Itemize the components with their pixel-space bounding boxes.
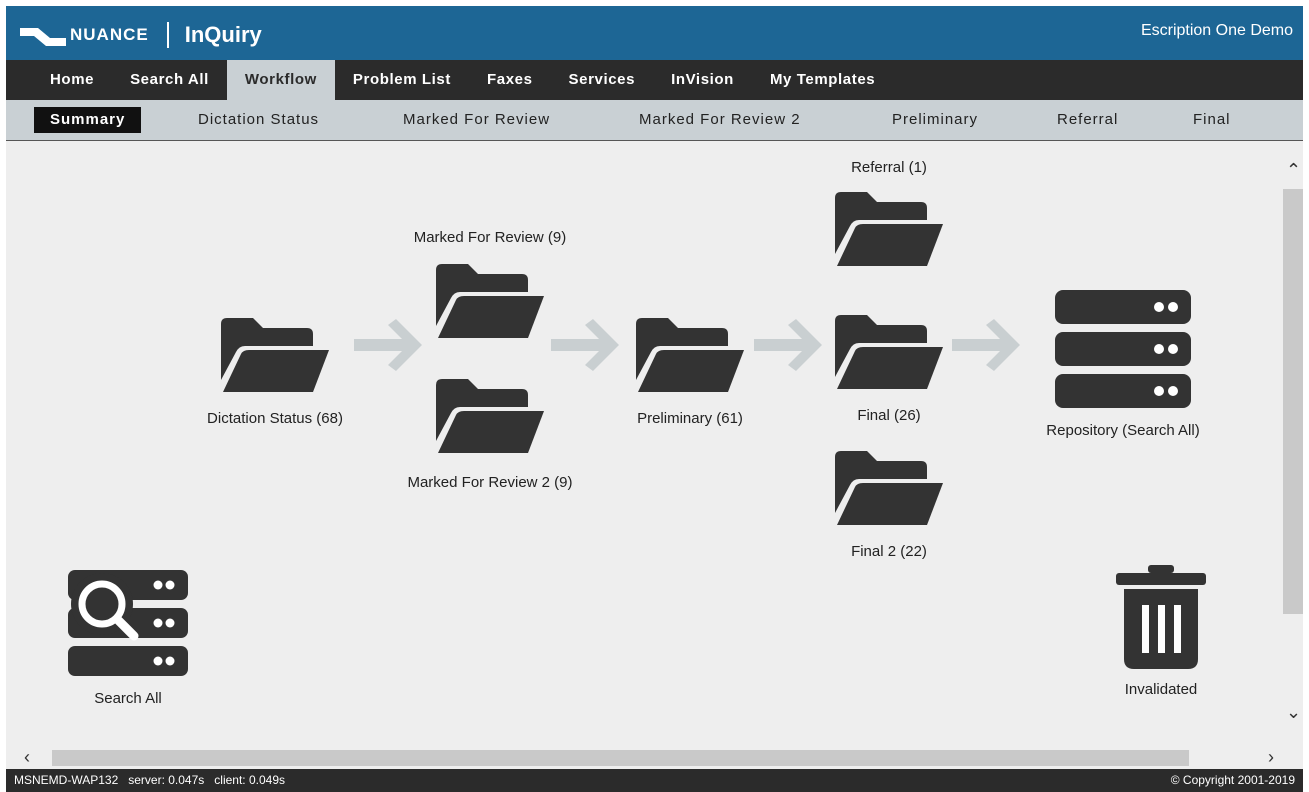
app-title: InQuiry — [184, 22, 262, 47]
nav-services[interactable]: Services — [551, 60, 654, 100]
node-referral[interactable]: Referral (1) — [809, 159, 969, 270]
node-repository[interactable]: Repository (Search All) — [1028, 288, 1218, 439]
brand-name: NUANCE — [70, 25, 149, 44]
tab-final[interactable]: Final — [1193, 107, 1231, 133]
node-preliminary[interactable]: Preliminary (61) — [610, 316, 770, 427]
workflow-canvas: Dictation Status (68) Marked For Review … — [6, 141, 1283, 747]
nav-faxes[interactable]: Faxes — [469, 60, 551, 100]
status-bar: MSNEMD-WAP132 server: 0.047s client: 0.0… — [6, 769, 1303, 792]
node-label: Marked For Review 2 (9) — [407, 474, 573, 491]
nav-problem-list[interactable]: Problem List — [335, 60, 469, 100]
nuance-logo-icon — [20, 28, 66, 46]
tab-preliminary[interactable]: Preliminary — [892, 107, 978, 133]
node-marked-for-review[interactable]: Marked For Review (9) — [395, 229, 585, 342]
scroll-down-icon[interactable]: ⌄ — [1286, 703, 1301, 721]
node-label: Dictation Status (68) — [207, 410, 343, 427]
folder-open-icon — [835, 315, 943, 389]
node-label: Referral (1) — [851, 159, 927, 176]
node-dictation-status[interactable]: Dictation Status (68) — [190, 316, 360, 427]
nav-home[interactable]: Home — [6, 60, 112, 100]
vertical-scrollbar[interactable]: ⌃ ⌄ — [1283, 141, 1303, 747]
app-frame: NUANCE InQuiry Escription One Demo Home … — [6, 6, 1303, 792]
nav-invision[interactable]: InVision — [653, 60, 752, 100]
node-invalidated[interactable]: Invalidated — [1101, 563, 1221, 698]
folder-open-icon — [221, 318, 329, 392]
node-label: Final (26) — [857, 407, 921, 424]
node-label: Invalidated — [1124, 681, 1198, 698]
copyright: © Copyright 2001-2019 — [1170, 773, 1295, 787]
node-search-all[interactable]: Search All — [58, 568, 198, 707]
scroll-up-icon[interactable]: ⌃ — [1286, 161, 1301, 179]
divider — [166, 22, 169, 48]
folder-open-icon — [636, 318, 744, 392]
scroll-left-icon[interactable]: ‹ — [24, 748, 30, 766]
node-label: Final 2 (22) — [851, 543, 927, 560]
node-label: Preliminary (61) — [637, 410, 743, 427]
logo[interactable]: NUANCE InQuiry — [20, 22, 262, 48]
node-marked-for-review-2[interactable]: Marked For Review 2 (9) — [390, 377, 590, 491]
nav-workflow[interactable]: Workflow — [226, 60, 335, 100]
folder-open-icon — [835, 192, 943, 266]
node-label: Search All — [94, 690, 162, 707]
horizontal-scrollbar[interactable]: ‹ › — [6, 747, 1303, 769]
node-final[interactable]: Final (26) — [809, 313, 969, 424]
trash-icon — [1116, 565, 1206, 669]
server-icon — [1055, 290, 1191, 408]
tab-summary[interactable]: Summary — [34, 107, 142, 133]
sub-nav: Summary Dictation Status Marked For Revi… — [6, 100, 1303, 141]
scroll-right-icon[interactable]: › — [1268, 748, 1274, 766]
app-header: NUANCE InQuiry Escription One Demo — [6, 6, 1303, 60]
workspace-name[interactable]: Escription One Demo — [1141, 22, 1293, 40]
folder-open-icon — [835, 451, 943, 525]
tab-dictation-status[interactable]: Dictation Status — [198, 107, 319, 133]
folder-open-icon — [436, 264, 544, 338]
node-final-2[interactable]: Final 2 (22) — [809, 449, 969, 560]
node-label: Repository (Search All) — [1046, 422, 1200, 439]
nav-my-templates[interactable]: My Templates — [752, 60, 893, 100]
vertical-scroll-thumb[interactable] — [1283, 189, 1303, 614]
tab-marked-for-review-2[interactable]: Marked For Review 2 — [639, 107, 801, 133]
horizontal-scroll-thumb[interactable] — [52, 750, 1189, 766]
tab-marked-for-review[interactable]: Marked For Review — [403, 107, 550, 133]
folder-open-icon — [436, 379, 544, 453]
server-status: MSNEMD-WAP132 server: 0.047s client: 0.0… — [14, 773, 285, 787]
main-nav: Home Search All Workflow Problem List Fa… — [6, 60, 1303, 100]
search-database-icon — [68, 570, 188, 676]
tab-referral[interactable]: Referral — [1057, 107, 1118, 133]
node-label: Marked For Review (9) — [413, 229, 567, 246]
nav-search-all[interactable]: Search All — [112, 60, 227, 100]
